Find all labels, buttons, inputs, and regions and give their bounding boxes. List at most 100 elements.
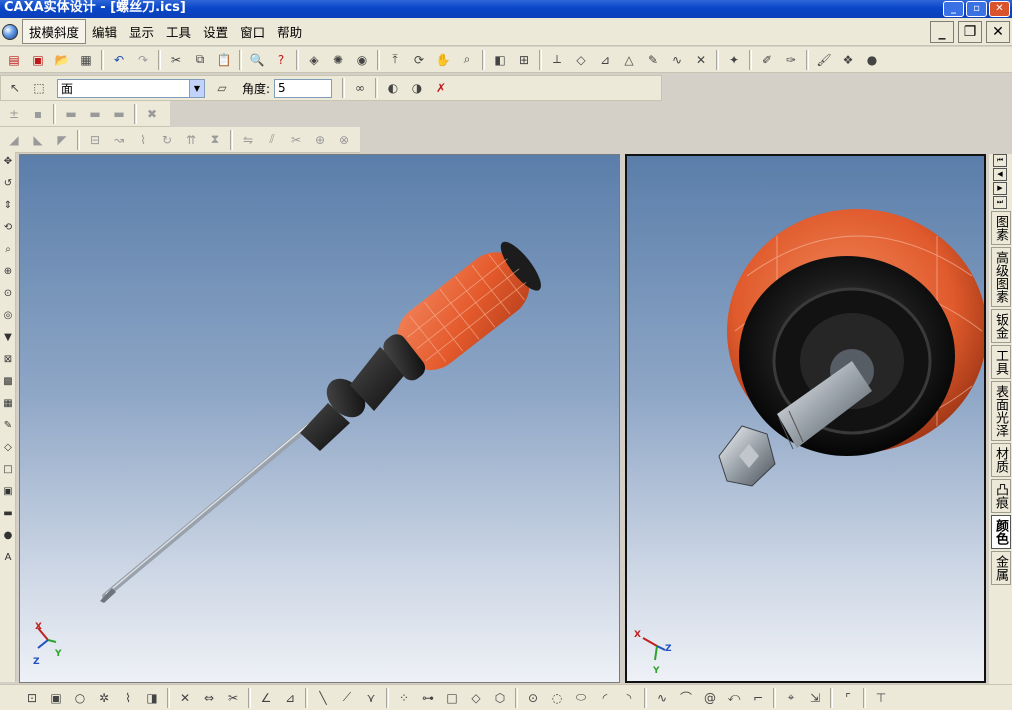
help-pointer-icon[interactable]: ? <box>270 49 292 71</box>
thread-icon[interactable]: ⧗ <box>204 129 226 151</box>
viewport-main[interactable]: X Y Z <box>19 154 620 683</box>
lights-icon[interactable]: ✺ <box>327 49 349 71</box>
orbit-tool-icon[interactable]: ⟲ <box>1 222 15 240</box>
section-icon[interactable]: ◇ <box>570 49 592 71</box>
glasses-icon[interactable]: ∞ <box>349 77 371 99</box>
frame-icon[interactable]: ⊡ <box>21 687 43 709</box>
triangle-icon[interactable]: △ <box>618 49 640 71</box>
draft-plane-icon[interactable]: ▱ <box>211 77 233 99</box>
tab-tools[interactable]: 工具 <box>991 345 1011 379</box>
viewport-detail[interactable]: X Y Z <box>625 154 986 683</box>
apply-icon[interactable]: ◐ <box>382 77 404 99</box>
hexagon-tool-icon[interactable]: ⬡ <box>489 687 511 709</box>
next-tab-icon[interactable]: ▶ <box>993 182 1007 195</box>
open-icon[interactable]: 📂 <box>51 49 73 71</box>
tab-advanced-elements[interactable]: 高级图素 <box>991 247 1011 307</box>
zoom-icon[interactable]: ⌕ <box>456 49 478 71</box>
extrude-icon[interactable]: ⇈ <box>180 129 202 151</box>
texture-icon[interactable]: ❖ <box>837 49 859 71</box>
fillet-tool-icon[interactable]: ⌐ <box>747 687 769 709</box>
fit-view-icon[interactable]: ◎ <box>1 310 15 328</box>
perspective-icon[interactable]: ⊠ <box>1 354 15 372</box>
render-icon[interactable]: ◈ <box>303 49 325 71</box>
mirror-icon[interactable]: ⇋ <box>237 129 259 151</box>
copy-icon[interactable]: ⧉ <box>189 49 211 71</box>
bump-icon[interactable]: ● <box>861 49 883 71</box>
block-icon[interactable]: ▬ <box>60 103 82 125</box>
rotate-icon[interactable]: ⟳ <box>408 49 430 71</box>
new-doc-icon[interactable]: ▤ <box>3 49 25 71</box>
rotate-tool-icon[interactable]: ↺ <box>1 178 15 196</box>
extend-tool-icon[interactable]: ⇲ <box>804 687 826 709</box>
restore-button[interactable]: ▫ <box>966 1 987 17</box>
curve-icon[interactable]: ∿ <box>666 49 688 71</box>
tab-sheet-metal[interactable]: 钣金 <box>991 309 1011 343</box>
star-tool-icon[interactable]: ✲ <box>93 687 115 709</box>
ruler-tool-icon[interactable]: ⊿ <box>279 687 301 709</box>
sketch-icon[interactable]: ✎ <box>642 49 664 71</box>
doc-minimize-button[interactable]: _ <box>930 21 954 43</box>
menu-window[interactable]: 窗口 <box>234 20 271 43</box>
bezier-tool-icon[interactable]: ∿ <box>651 687 673 709</box>
doc-restore-button[interactable]: ❐ <box>958 21 982 43</box>
arc2-tool-icon[interactable]: ◝ <box>618 687 640 709</box>
tangent-line-icon[interactable]: ⋎ <box>360 687 382 709</box>
box-icon[interactable]: ▪ <box>27 103 49 125</box>
intersect-icon[interactable]: ⊗ <box>333 129 355 151</box>
view-tool-icon[interactable]: ▼ <box>1 332 15 350</box>
chevron-down-icon[interactable]: ▼ <box>189 79 204 97</box>
cylinder-icon[interactable]: ▬ <box>1 508 15 526</box>
diamond-tool-icon[interactable]: ◇ <box>465 687 487 709</box>
cube-icon[interactable]: ▣ <box>1 486 15 504</box>
double-arrow-icon[interactable]: ⇔ <box>198 687 220 709</box>
wireframe-icon[interactable]: ⊞ <box>513 49 535 71</box>
pin-icon[interactable]: ✦ <box>723 49 745 71</box>
pencil-icon[interactable]: ✐ <box>756 49 778 71</box>
trim-tool-icon[interactable]: ⌖ <box>780 687 802 709</box>
polyline-icon[interactable]: ⟋ <box>336 687 358 709</box>
cut-icon[interactable]: ✂ <box>165 49 187 71</box>
box-view-icon[interactable]: ◇ <box>1 442 15 460</box>
light-tool-icon[interactable]: ✎ <box>1 420 15 438</box>
minimize-button[interactable]: _ <box>943 1 964 17</box>
union-icon[interactable]: ⊕ <box>309 129 331 151</box>
plane-icon[interactable]: ⊿ <box>594 49 616 71</box>
line-tool-icon[interactable]: ╲ <box>312 687 334 709</box>
cancel-icon[interactable]: ✗ <box>430 77 452 99</box>
zoom-window-icon[interactable]: ⊕ <box>1 266 15 284</box>
dimension-tool-icon[interactable]: ⊤ <box>870 687 892 709</box>
node-tool-icon[interactable]: ⊶ <box>417 687 439 709</box>
region-icon[interactable]: ▣ <box>45 687 67 709</box>
first-tab-icon[interactable]: ⏮ <box>993 154 1007 167</box>
paste-icon[interactable]: 📋 <box>213 49 235 71</box>
section-view-icon[interactable]: ▩ <box>1 376 15 394</box>
loft-icon[interactable]: ⌇ <box>132 129 154 151</box>
cut-feature-icon[interactable]: ✂ <box>285 129 307 151</box>
sweep-icon[interactable]: ↝ <box>108 129 130 151</box>
move-tool-icon[interactable]: ✥ <box>1 156 15 174</box>
angle-input[interactable]: 5 <box>274 78 333 98</box>
point-tool-icon[interactable]: ⁘ <box>393 687 415 709</box>
revolve-icon[interactable]: ↻ <box>156 129 178 151</box>
shell-icon[interactable]: ◤ <box>51 129 73 151</box>
face-combo[interactable]: 面 ▼ <box>57 78 205 98</box>
look-at-icon[interactable]: ⊙ <box>1 288 15 306</box>
close-button[interactable]: ✕ <box>989 1 1010 17</box>
redo-icon[interactable]: ↷ <box>132 49 154 71</box>
circle-tool-icon[interactable]: ○ <box>69 687 91 709</box>
pattern-icon[interactable]: ⊟ <box>84 129 106 151</box>
tab-elements[interactable]: 图素 <box>991 211 1011 245</box>
tools-icon[interactable]: ✖ <box>141 103 163 125</box>
sphere-icon[interactable]: ● <box>1 530 15 548</box>
pen-icon[interactable]: ✑ <box>780 49 802 71</box>
move-icon[interactable]: ⤒ <box>384 49 406 71</box>
fillet-icon[interactable]: ◣ <box>27 129 49 151</box>
add-icon[interactable]: ± <box>3 103 25 125</box>
trim-icon[interactable]: ✕ <box>690 49 712 71</box>
spiral-tool-icon[interactable]: @ <box>699 687 721 709</box>
cross-tool-icon[interactable]: ✕ <box>174 687 196 709</box>
menu-edit[interactable]: 编辑 <box>86 20 123 43</box>
menu-draft-angle[interactable]: 拔模斜度 <box>22 19 87 44</box>
offset-tool-icon[interactable]: ⤺ <box>723 687 745 709</box>
fill-tool-icon[interactable]: ◨ <box>141 687 163 709</box>
